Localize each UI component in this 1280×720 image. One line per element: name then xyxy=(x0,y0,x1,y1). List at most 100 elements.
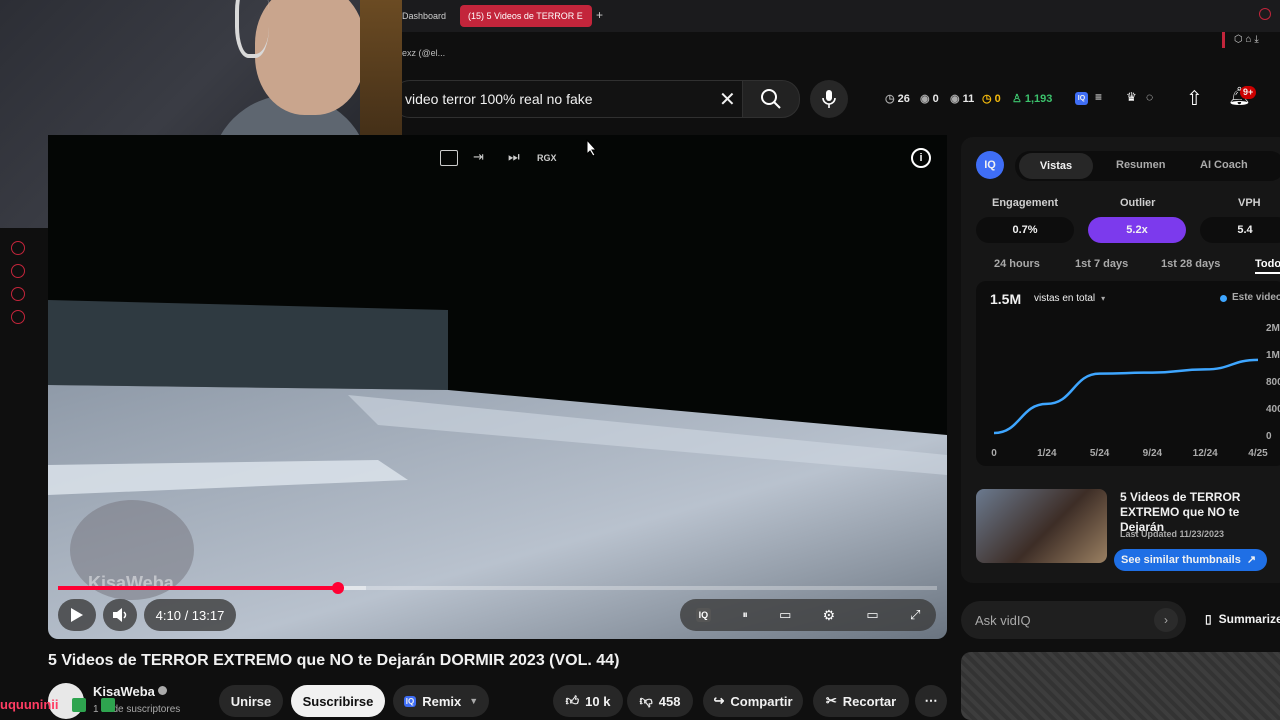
search-box[interactable]: video terror 100% real no fake ✕ xyxy=(392,80,743,118)
play-button[interactable] xyxy=(58,599,96,631)
headphones-icon xyxy=(235,0,269,58)
dropdown-chevron-icon: ▾ xyxy=(1101,294,1106,303)
streamer-face xyxy=(255,0,365,115)
watermark-text: KisaWeba xyxy=(88,573,174,593)
range-28d[interactable]: 1st 28 days xyxy=(1161,258,1220,270)
x-tick-label: 0 xyxy=(991,448,997,459)
chat-emote-icon xyxy=(72,698,86,712)
clip-button[interactable]: ✂ Recortar xyxy=(813,685,909,717)
ask-vidiq-input[interactable]: Ask vidIQ › xyxy=(961,601,1186,639)
chat-emote-icon-2 xyxy=(101,698,115,712)
metric-label-vph: VPH xyxy=(1238,197,1261,209)
next-panel-preview xyxy=(961,652,1280,720)
y-tick-label: 1M xyxy=(1266,350,1280,361)
tab-dashboard[interactable]: Dashboard xyxy=(394,5,454,27)
more-actions-button[interactable]: ⋯ xyxy=(915,685,947,717)
see-similar-label: See similar thumbnails xyxy=(1121,554,1241,566)
rgx-overlay-label[interactable]: RGX xyxy=(537,153,557,163)
y-tick-label: 400 xyxy=(1266,404,1280,415)
vidiq-extension-icon[interactable]: IQ xyxy=(1075,92,1088,105)
play-icon xyxy=(71,608,83,622)
vidiq-logo: IQ xyxy=(976,151,1004,179)
video-title: 5 Videos de TERROR EXTREMO que NO te Dej… xyxy=(48,652,620,669)
tab-youtube-video[interactable]: (15) 5 Videos de TERROR E xyxy=(460,5,592,27)
video-player[interactable]: ⇥ ⏭︎ RGX i KisaWeba 4:10 / 13:17 IQ ⏸︎ ▭… xyxy=(48,135,947,639)
fullscreen-icon[interactable]: ⤢ xyxy=(910,607,920,623)
x-tick-label: 1/24 xyxy=(1037,448,1057,459)
remix-button[interactable]: IQ Remix ▼ xyxy=(393,685,489,717)
tab-ai-coach[interactable]: AI Coach xyxy=(1200,159,1248,171)
pause-icon[interactable]: ⏸︎ xyxy=(742,609,748,622)
join-button[interactable]: Unirse xyxy=(219,685,283,717)
share-label: Compartir xyxy=(730,693,793,709)
range-24h[interactable]: 24 hours xyxy=(994,258,1040,270)
settings-gear-icon[interactable]: ⚙︎ xyxy=(823,607,836,624)
range-7d[interactable]: 1st 7 days xyxy=(1075,258,1128,270)
stat-clock: ◷ 26 xyxy=(885,92,910,106)
video-thumbnail[interactable] xyxy=(976,489,1107,563)
dislike-button[interactable]: 👎︎ 458 xyxy=(627,685,693,717)
chat-username: uquuninii xyxy=(0,697,59,712)
microphone-icon xyxy=(822,90,836,108)
chat-icon[interactable]: ◌ xyxy=(1146,90,1153,104)
metric-label-engagement: Engagement xyxy=(992,197,1059,209)
vidiq-remix-icon: IQ xyxy=(403,695,417,707)
theater-mode-icon[interactable]: ▭ xyxy=(866,607,878,623)
search-icon xyxy=(761,89,781,109)
tab-resumen[interactable]: Resumen xyxy=(1116,159,1166,171)
sidebar-history-icon[interactable] xyxy=(11,264,25,278)
tab-vistas[interactable]: Vistas xyxy=(1019,153,1093,179)
open-window-icon[interactable]: ⇥ xyxy=(473,149,484,165)
y-tick-label: 800 xyxy=(1266,377,1280,388)
scissors-icon: ✂ xyxy=(825,693,837,708)
scrubber-handle[interactable] xyxy=(331,582,344,594)
stat-timer: ◷ 0 xyxy=(982,92,1001,106)
views-type-label: vistas en total xyxy=(1034,293,1096,304)
legend-dot xyxy=(1220,295,1227,302)
sidebar-home-icon[interactable] xyxy=(11,241,25,255)
progress-track[interactable] xyxy=(58,582,937,594)
x-tick-label: 5/24 xyxy=(1090,448,1110,459)
volume-icon xyxy=(113,608,127,622)
see-similar-thumbnails-button[interactable]: See similar thumbnails ↗ xyxy=(1114,549,1267,571)
share-button[interactable]: ↪ Compartir xyxy=(703,685,803,717)
stat-watching: ◉ 11 xyxy=(950,92,975,106)
bookmark-link[interactable]: exz (@el... xyxy=(402,48,445,58)
notification-badge: 9+ xyxy=(1240,86,1257,99)
new-tab-icon[interactable]: + xyxy=(596,8,603,22)
next-frame-icon[interactable]: ⏭︎ xyxy=(508,149,520,165)
y-tick-label: 2M xyxy=(1266,323,1280,334)
channel-name[interactable]: KisaWeba xyxy=(93,684,155,699)
series-line-este-video xyxy=(993,358,1259,435)
book-icon: ▯ xyxy=(1205,612,1212,626)
metric-value-engagement: 0.7% xyxy=(976,217,1074,243)
sidebar-settings-icon[interactable] xyxy=(11,310,25,324)
sidebar-playlist-icon[interactable] xyxy=(11,287,25,301)
x-tick-label: 9/24 xyxy=(1143,448,1163,459)
volume-button[interactable] xyxy=(103,599,137,631)
extensions-icon[interactable]: ⬡ ⌂ ⤓ xyxy=(1234,34,1259,45)
clear-search-icon[interactable]: ✕ xyxy=(719,87,736,112)
subscribe-button[interactable]: Suscribirse xyxy=(291,685,385,717)
search-button[interactable] xyxy=(742,80,800,118)
bookmark-divider xyxy=(1222,32,1225,48)
browser-search-icon[interactable] xyxy=(1259,8,1271,20)
range-todo[interactable]: Todo xyxy=(1255,258,1280,274)
voice-search-button[interactable] xyxy=(810,80,848,118)
trophy-icon[interactable]: ♛ xyxy=(1126,90,1137,104)
views-type-dropdown[interactable]: vistas en total ▾ xyxy=(1028,290,1111,308)
views-line-chart: 0 1/24 5/24 9/24 12/24 4/25 2M 1M 800 400 0 xyxy=(991,323,1280,459)
x-tick-label: 12/24 xyxy=(1193,448,1218,459)
menu-lines-icon[interactable]: ≡ xyxy=(1095,90,1102,104)
last-updated: Last Updated 11/23/2023 xyxy=(1120,529,1225,539)
summarize-button[interactable]: ▯ Summarize xyxy=(1205,612,1280,626)
subtitles-icon[interactable]: ▭ xyxy=(779,607,791,623)
send-arrow-icon[interactable]: › xyxy=(1154,608,1178,632)
upload-icon[interactable]: ⇧ xyxy=(1186,86,1203,111)
info-icon[interactable]: i xyxy=(911,148,931,168)
vidiq-player-icon[interactable]: IQ xyxy=(695,608,712,622)
like-button[interactable]: 👍︎ 10 k xyxy=(553,685,623,717)
search-input[interactable]: video terror 100% real no fake xyxy=(405,91,593,107)
share-icon: ↪ xyxy=(713,693,725,708)
miniplayer-icon[interactable] xyxy=(440,150,458,166)
